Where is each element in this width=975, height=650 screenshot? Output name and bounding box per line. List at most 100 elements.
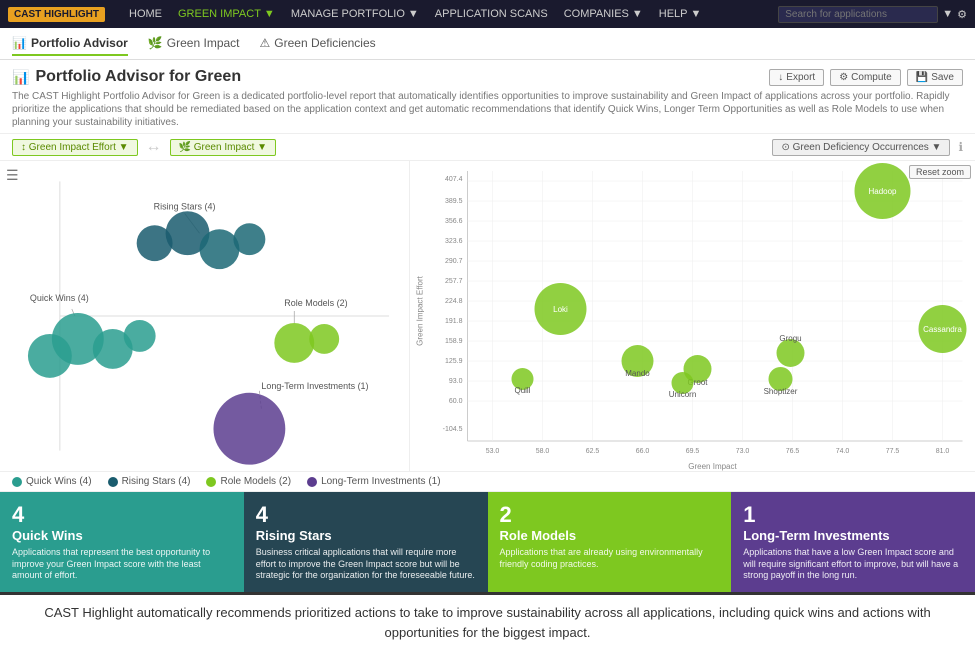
title-icon: 📊	[12, 69, 29, 86]
settings-icon[interactable]: ⚙	[957, 8, 967, 21]
long-term-desc: Applications that have a low Green Impac…	[743, 547, 963, 582]
svg-text:290.7: 290.7	[445, 258, 463, 265]
export-button[interactable]: ↓ Export	[769, 69, 824, 86]
svg-text:Shoptizer: Shoptizer	[764, 387, 798, 396]
page-header: 📊 Portfolio Advisor for Green ↓ Export ⚙…	[0, 60, 975, 134]
long-term-count: 1	[743, 502, 963, 528]
svg-text:60.0: 60.0	[449, 398, 463, 405]
svg-text:257.7: 257.7	[445, 278, 463, 285]
nav-manage-portfolio[interactable]: MANAGE PORTFOLIO ▼	[291, 8, 419, 20]
search-area: ▼ ⚙	[778, 6, 967, 23]
chart-controls: ↕ Green Impact Effort ▼ ↔ 🌿 Green Impact…	[0, 134, 975, 161]
reset-zoom-button[interactable]: Reset zoom	[909, 165, 971, 179]
svg-text:125.9: 125.9	[445, 358, 463, 365]
legend-role-models: Role Models (2)	[206, 476, 291, 487]
svg-text:356.6: 356.6	[445, 218, 463, 225]
svg-text:66.0: 66.0	[636, 448, 650, 455]
search-input[interactable]	[778, 6, 938, 23]
svg-text:224.8: 224.8	[445, 298, 463, 305]
svg-text:Cassandra: Cassandra	[923, 325, 962, 334]
svg-text:Role Models (2): Role Models (2)	[284, 298, 347, 308]
green-impact-effort-button[interactable]: ↕ Green Impact Effort ▼	[12, 139, 138, 156]
svg-text:Mando: Mando	[625, 369, 650, 378]
quick-wins-desc: Applications that represent the best opp…	[12, 547, 232, 582]
page-title: 📊 Portfolio Advisor for Green	[12, 68, 241, 86]
svg-text:Long-Term Investments (1): Long-Term Investments (1)	[261, 381, 368, 391]
svg-text:-104.5: -104.5	[443, 426, 463, 433]
green-deficiency-button[interactable]: ⊙ Green Deficiency Occurrences ▼	[772, 139, 950, 156]
nav-green-impact[interactable]: GREEN IMPACT ▼	[178, 8, 275, 20]
info-icon: ℹ	[958, 140, 963, 154]
legend-long-term: Long-Term Investments (1)	[307, 476, 441, 487]
bottom-caption: CAST Highlight automatically recommends …	[0, 592, 975, 650]
save-icon: 💾	[916, 72, 928, 83]
svg-text:Loki: Loki	[553, 305, 568, 314]
svg-text:69.5: 69.5	[686, 448, 700, 455]
logo[interactable]: CAST HIGHLIGHT	[8, 7, 105, 22]
nav-application-scans[interactable]: APPLICATION SCANS	[435, 8, 548, 20]
quick-wins-dot	[12, 477, 22, 487]
deficiencies-icon: ⚠	[260, 36, 271, 50]
role-models-desc: Applications that are already using envi…	[500, 547, 720, 570]
legend-quick-wins: Quick Wins (4)	[12, 476, 92, 487]
svg-text:81.0: 81.0	[936, 448, 950, 455]
bubble-chart-svg: Rising Stars (4) Quick Wins (4) Role Mod…	[0, 161, 409, 471]
summary-cards: 4 Quick Wins Applications that represent…	[0, 492, 975, 592]
svg-text:389.5: 389.5	[445, 198, 463, 205]
sub-navigation: 📊 Portfolio Advisor 🌿 Green Impact ⚠ Gre…	[0, 28, 975, 60]
nav-home[interactable]: HOME	[129, 8, 162, 20]
svg-text:Unicorn: Unicorn	[669, 390, 697, 399]
svg-text:58.0: 58.0	[536, 448, 550, 455]
long-term-dot	[307, 477, 317, 487]
long-term-title: Long-Term Investments	[743, 528, 963, 543]
nav-help[interactable]: HELP ▼	[659, 8, 702, 20]
rising-stars-desc: Business critical applications that will…	[256, 547, 476, 582]
rising-stars-dot	[108, 477, 118, 487]
top-navigation: CAST HIGHLIGHT HOME GREEN IMPACT ▼ MANAG…	[0, 0, 975, 28]
svg-text:Grogu: Grogu	[779, 334, 801, 343]
svg-text:62.5: 62.5	[586, 448, 600, 455]
svg-text:Hadoop: Hadoop	[868, 187, 897, 196]
rising-stars-count: 4	[256, 502, 476, 528]
separator-icon: ↔	[146, 138, 162, 156]
svg-text:77.5: 77.5	[886, 448, 900, 455]
quick-wins-count: 4	[12, 502, 232, 528]
role-models-dot	[206, 477, 216, 487]
scatter-chart-svg: 407.4 389.5 356.6 323.6 290.7 257.7 224.…	[410, 161, 975, 471]
right-chart-controls: ⊙ Green Deficiency Occurrences ▼ ℹ	[772, 139, 963, 156]
role-models-title: Role Models	[500, 528, 720, 543]
card-rising-stars: 4 Rising Stars Business critical applica…	[244, 492, 488, 592]
svg-text:323.6: 323.6	[445, 238, 463, 245]
rising-stars-title: Rising Stars	[256, 528, 476, 543]
nav-companies[interactable]: COMPANIES ▼	[564, 8, 643, 20]
svg-text:407.4: 407.4	[445, 176, 463, 183]
green-impact-button[interactable]: 🌿 Green Impact ▼	[170, 139, 277, 156]
save-button[interactable]: 💾 Save	[907, 69, 963, 86]
tab-green-impact[interactable]: 🌿 Green Impact	[148, 32, 240, 56]
svg-text:93.0: 93.0	[449, 378, 463, 385]
svg-text:76.5: 76.5	[786, 448, 800, 455]
tab-green-deficiencies[interactable]: ⚠ Green Deficiencies	[260, 32, 376, 56]
filter-icon[interactable]: ▼	[942, 8, 953, 20]
svg-text:158.9: 158.9	[445, 338, 463, 345]
legend-rising-stars: Rising Stars (4)	[108, 476, 191, 487]
svg-text:Rising Stars (4): Rising Stars (4)	[154, 201, 216, 211]
card-quick-wins: 4 Quick Wins Applications that represent…	[0, 492, 244, 592]
role-models-count: 2	[500, 502, 720, 528]
svg-text:53.0: 53.0	[486, 448, 500, 455]
svg-text:191.8: 191.8	[445, 318, 463, 325]
svg-text:Green Impact: Green Impact	[688, 462, 737, 471]
chart-legend: Quick Wins (4) Rising Stars (4) Role Mod…	[0, 471, 975, 492]
charts-row: ☰ Rising Stars (4) Quick Wins (4) Role M…	[0, 161, 975, 471]
portfolio-advisor-icon: 📊	[12, 36, 27, 50]
quick-wins-title: Quick Wins	[12, 528, 232, 543]
svg-text:Quick Wins (4): Quick Wins (4)	[30, 293, 89, 303]
svg-text:Green Impact Effort: Green Impact Effort	[416, 275, 425, 345]
tab-portfolio-advisor[interactable]: 📊 Portfolio Advisor	[12, 32, 128, 56]
compute-button[interactable]: ⚙ Compute	[830, 69, 901, 86]
page-description: The CAST Highlight Portfolio Advisor for…	[12, 90, 963, 129]
card-long-term-investments: 1 Long-Term Investments Applications tha…	[731, 492, 975, 592]
hamburger-icon[interactable]: ☰	[6, 167, 19, 184]
svg-text:73.0: 73.0	[736, 448, 750, 455]
bubble-chart: ☰ Rising Stars (4) Quick Wins (4) Role M…	[0, 161, 410, 471]
